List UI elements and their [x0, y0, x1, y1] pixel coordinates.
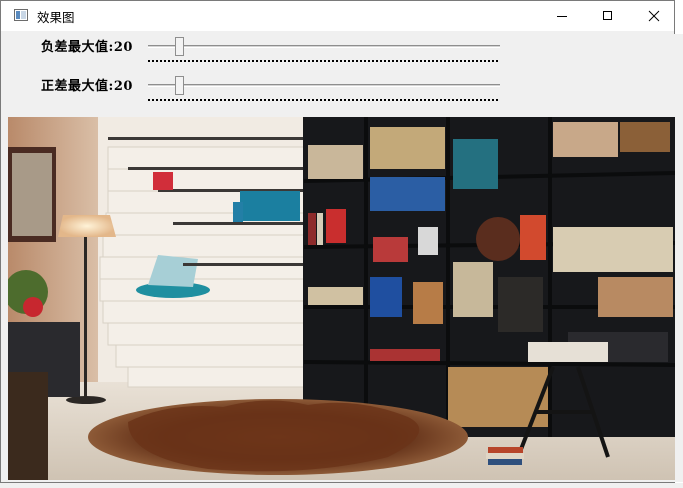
close-button[interactable] [631, 1, 677, 31]
titlebar[interactable]: 效果图 [1, 1, 674, 31]
minimize-button[interactable] [539, 1, 585, 31]
close-icon [648, 10, 660, 22]
result-image [8, 117, 675, 480]
minimize-icon [557, 16, 567, 17]
slider-panel: 负差最大值:20 正差最大值:20 [1, 31, 674, 117]
window-title: 效果图 [37, 10, 75, 25]
negative-diff-track[interactable] [148, 45, 500, 48]
negative-diff-thumb[interactable] [175, 37, 184, 56]
negative-diff-slider-row: 负差最大值:20 [1, 31, 674, 63]
maximize-button[interactable] [585, 1, 631, 31]
background-statusbar [0, 483, 683, 488]
background-window-edge [674, 34, 683, 482]
app-icon [14, 9, 28, 21]
positive-diff-thumb[interactable] [175, 76, 184, 95]
negative-diff-label: 负差最大值:20 [41, 40, 133, 55]
negative-diff-focus-rect [148, 60, 498, 62]
positive-diff-focus-rect [148, 99, 498, 101]
positive-diff-label: 正差最大值:20 [41, 79, 133, 94]
positive-diff-track[interactable] [148, 84, 500, 87]
maximize-icon [603, 11, 612, 20]
positive-diff-slider-row: 正差最大值:20 [1, 70, 674, 102]
